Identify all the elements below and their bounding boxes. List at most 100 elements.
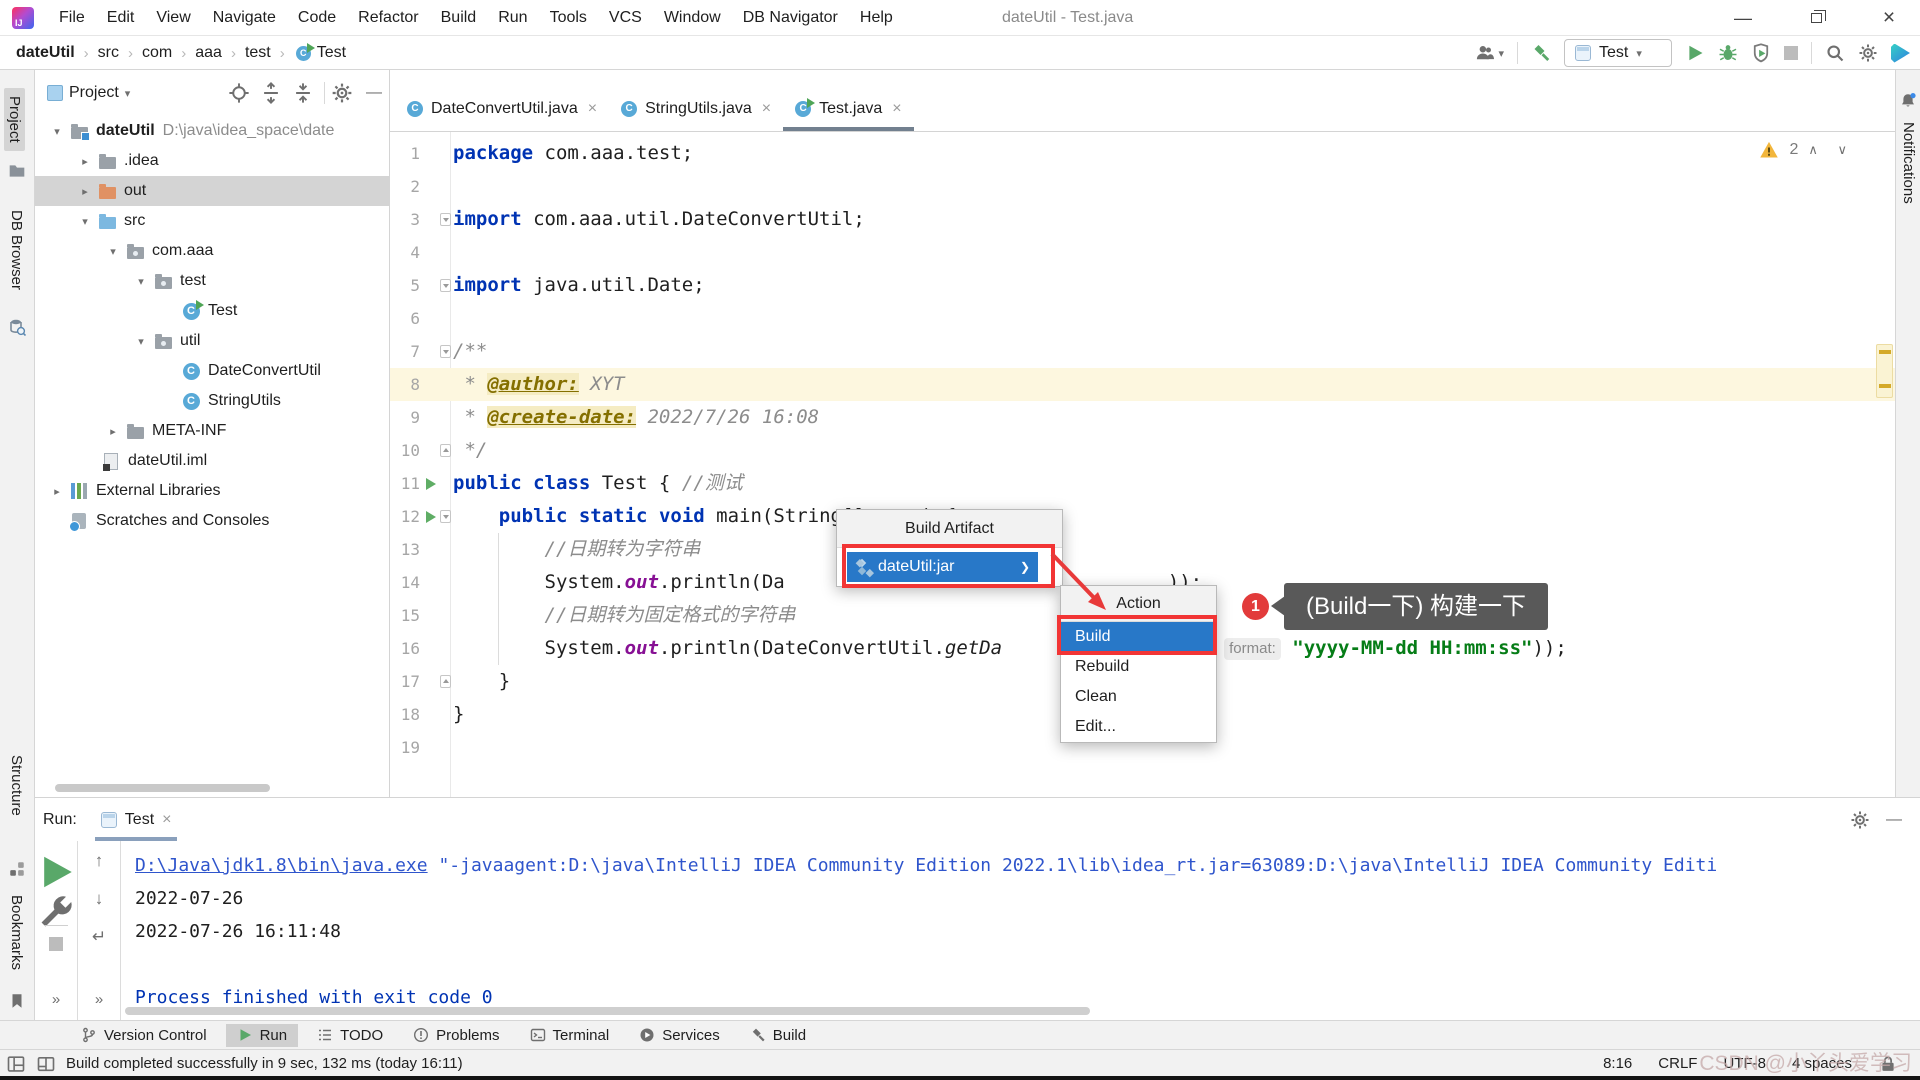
chevron-expanded-icon[interactable]: ▾ <box>129 335 153 348</box>
scroll-down-icon[interactable]: ↓ <box>78 889 120 909</box>
close-icon[interactable]: × <box>762 100 771 118</box>
breadcrumb-item-test[interactable]: test <box>243 44 273 62</box>
minimize-button[interactable]: — <box>1722 0 1764 36</box>
rerun-button[interactable] <box>35 851 77 893</box>
menu-code[interactable]: Code <box>287 0 347 36</box>
run-button[interactable] <box>1685 43 1705 63</box>
breadcrumb-item-com[interactable]: com <box>140 44 174 62</box>
chevron-down-icon[interactable]: ▾ <box>125 87 131 100</box>
project-horizontal-scrollbar[interactable] <box>55 784 270 792</box>
tree-item-stringutils[interactable]: StringUtils <box>35 386 389 416</box>
fold-marker-icon[interactable] <box>440 213 451 226</box>
editor-tab-dateconvertutil-java[interactable]: DateConvertUtil.java× <box>395 87 609 131</box>
menu-run[interactable]: Run <box>487 0 538 36</box>
editor-tab-stringutils-java[interactable]: StringUtils.java× <box>609 87 783 131</box>
run-configuration-select[interactable]: Test ▾ <box>1564 39 1672 67</box>
collapse-all-button[interactable] <box>292 82 314 104</box>
fold-marker-icon[interactable] <box>440 510 451 523</box>
folder-icon[interactable] <box>8 162 26 180</box>
indent-setting[interactable]: 4 spaces <box>1792 1055 1852 1072</box>
breadcrumb-item-src[interactable]: src <box>96 44 121 62</box>
close-button[interactable]: × <box>1868 0 1910 36</box>
tree-item--idea[interactable]: ▸.idea <box>35 146 389 176</box>
stop-button[interactable] <box>1784 46 1798 60</box>
status-message[interactable]: Build completed successfully in 9 sec, 1… <box>66 1055 463 1072</box>
soft-wrap-icon[interactable]: ↵ <box>78 927 120 947</box>
menu-help[interactable]: Help <box>849 0 904 36</box>
fold-marker-icon[interactable] <box>440 279 451 292</box>
fold-marker-icon[interactable] <box>440 345 451 358</box>
more-actions-button[interactable]: » <box>35 991 77 1008</box>
hide-run-panel-button[interactable]: — <box>1886 811 1902 829</box>
hide-panel-button[interactable]: — <box>363 82 385 104</box>
tool-button-db-browser[interactable]: DB Browser <box>8 210 25 290</box>
tool-window-switcher-icon[interactable] <box>6 1054 26 1074</box>
breadcrumb-item-aaa[interactable]: aaa <box>193 44 224 62</box>
close-icon[interactable]: × <box>162 811 171 829</box>
run-gutter-icon[interactable] <box>426 511 436 523</box>
notifications-bell-icon[interactable] <box>1899 92 1917 110</box>
run-config-settings-icon[interactable] <box>35 891 77 933</box>
structure-icon[interactable] <box>8 860 26 878</box>
tree-item-src[interactable]: ▾src <box>35 206 389 236</box>
bookmark-icon[interactable] <box>8 992 26 1010</box>
tool-button-bookmarks[interactable]: Bookmarks <box>8 895 25 970</box>
build-project-button[interactable] <box>1531 43 1551 63</box>
chevron-collapsed-icon[interactable]: ▸ <box>45 485 69 498</box>
chevron-collapsed-icon[interactable]: ▸ <box>73 155 97 168</box>
menu-refactor[interactable]: Refactor <box>347 0 429 36</box>
tree-item-test[interactable]: Test <box>35 296 389 326</box>
breadcrumb-item-dateUtil[interactable]: dateUtil <box>14 44 77 62</box>
menu-vcs[interactable]: VCS <box>598 0 653 36</box>
tree-item-dateutil-iml[interactable]: dateUtil.iml <box>35 446 389 476</box>
tree-item-meta-inf[interactable]: ▸META-INF <box>35 416 389 446</box>
panel-options-button[interactable] <box>331 82 353 104</box>
tree-item-external-libraries[interactable]: ▸External Libraries <box>35 476 389 506</box>
chevron-expanded-icon[interactable]: ▾ <box>73 215 97 228</box>
toolwindow-button-todo[interactable]: TODO <box>306 1024 394 1047</box>
chevron-expanded-icon[interactable]: ▾ <box>101 245 125 258</box>
toolwindow-button-build[interactable]: Build <box>739 1024 817 1047</box>
menu-build[interactable]: Build <box>430 0 488 36</box>
chevron-expanded-icon[interactable]: ▾ <box>45 125 69 138</box>
action-item-clean[interactable]: Clean <box>1061 682 1216 712</box>
tool-button-notifications[interactable]: Notifications <box>1900 122 1917 204</box>
tree-item-dateutil[interactable]: ▾dateUtilD:\java\idea_space\date <box>35 116 389 146</box>
tree-item-util[interactable]: ▾util <box>35 326 389 356</box>
tree-item-com-aaa[interactable]: ▾com.aaa <box>35 236 389 266</box>
run-tab-test[interactable]: Test × <box>95 798 178 841</box>
ide-features-icon[interactable] <box>1891 44 1910 63</box>
toolwindow-button-services[interactable]: Services <box>628 1024 731 1047</box>
console-java-exe-link[interactable]: D:\Java\jdk1.8\bin\java.exe <box>135 855 428 876</box>
action-item-rebuild[interactable]: Rebuild <box>1061 652 1216 682</box>
more-actions-button[interactable]: » <box>78 991 120 1008</box>
fold-marker-icon[interactable] <box>440 444 451 457</box>
line-separator[interactable]: CRLF <box>1658 1055 1697 1072</box>
settings-button[interactable] <box>1858 43 1878 63</box>
run-settings-button[interactable] <box>1850 810 1870 830</box>
tree-item-dateconvertutil[interactable]: DateConvertUtil <box>35 356 389 386</box>
menu-window[interactable]: Window <box>653 0 732 36</box>
fold-marker-icon[interactable] <box>440 675 451 688</box>
tool-button-structure[interactable]: Structure <box>8 755 25 816</box>
toolwindow-button-problems[interactable]: Problems <box>402 1024 510 1047</box>
tree-item-test[interactable]: ▾test <box>35 266 389 296</box>
toolwindow-button-terminal[interactable]: Terminal <box>519 1024 621 1047</box>
toolwindow-button-version-control[interactable]: Version Control <box>70 1024 218 1047</box>
menu-tools[interactable]: Tools <box>539 0 598 36</box>
run-console[interactable]: D:\Java\jdk1.8\bin\java.exe "-javaagent:… <box>121 841 1920 1021</box>
locate-file-button[interactable] <box>228 82 250 104</box>
menu-view[interactable]: View <box>145 0 201 36</box>
stop-process-button[interactable] <box>35 937 77 951</box>
warning-stripe-mark[interactable] <box>1879 350 1891 354</box>
chevron-expanded-icon[interactable]: ▾ <box>129 275 153 288</box>
menu-navigate[interactable]: Navigate <box>202 0 287 36</box>
warning-stripe-mark[interactable] <box>1879 384 1891 388</box>
event-log-icon[interactable] <box>36 1054 56 1074</box>
chevron-collapsed-icon[interactable]: ▸ <box>101 425 125 438</box>
tree-item-scratches-and-consoles[interactable]: Scratches and Consoles <box>35 506 389 536</box>
coverage-button[interactable] <box>1751 43 1771 63</box>
breadcrumb-item-class[interactable]: Test <box>315 44 348 62</box>
debug-button[interactable] <box>1718 43 1738 63</box>
db-browser-icon[interactable] <box>8 318 26 336</box>
